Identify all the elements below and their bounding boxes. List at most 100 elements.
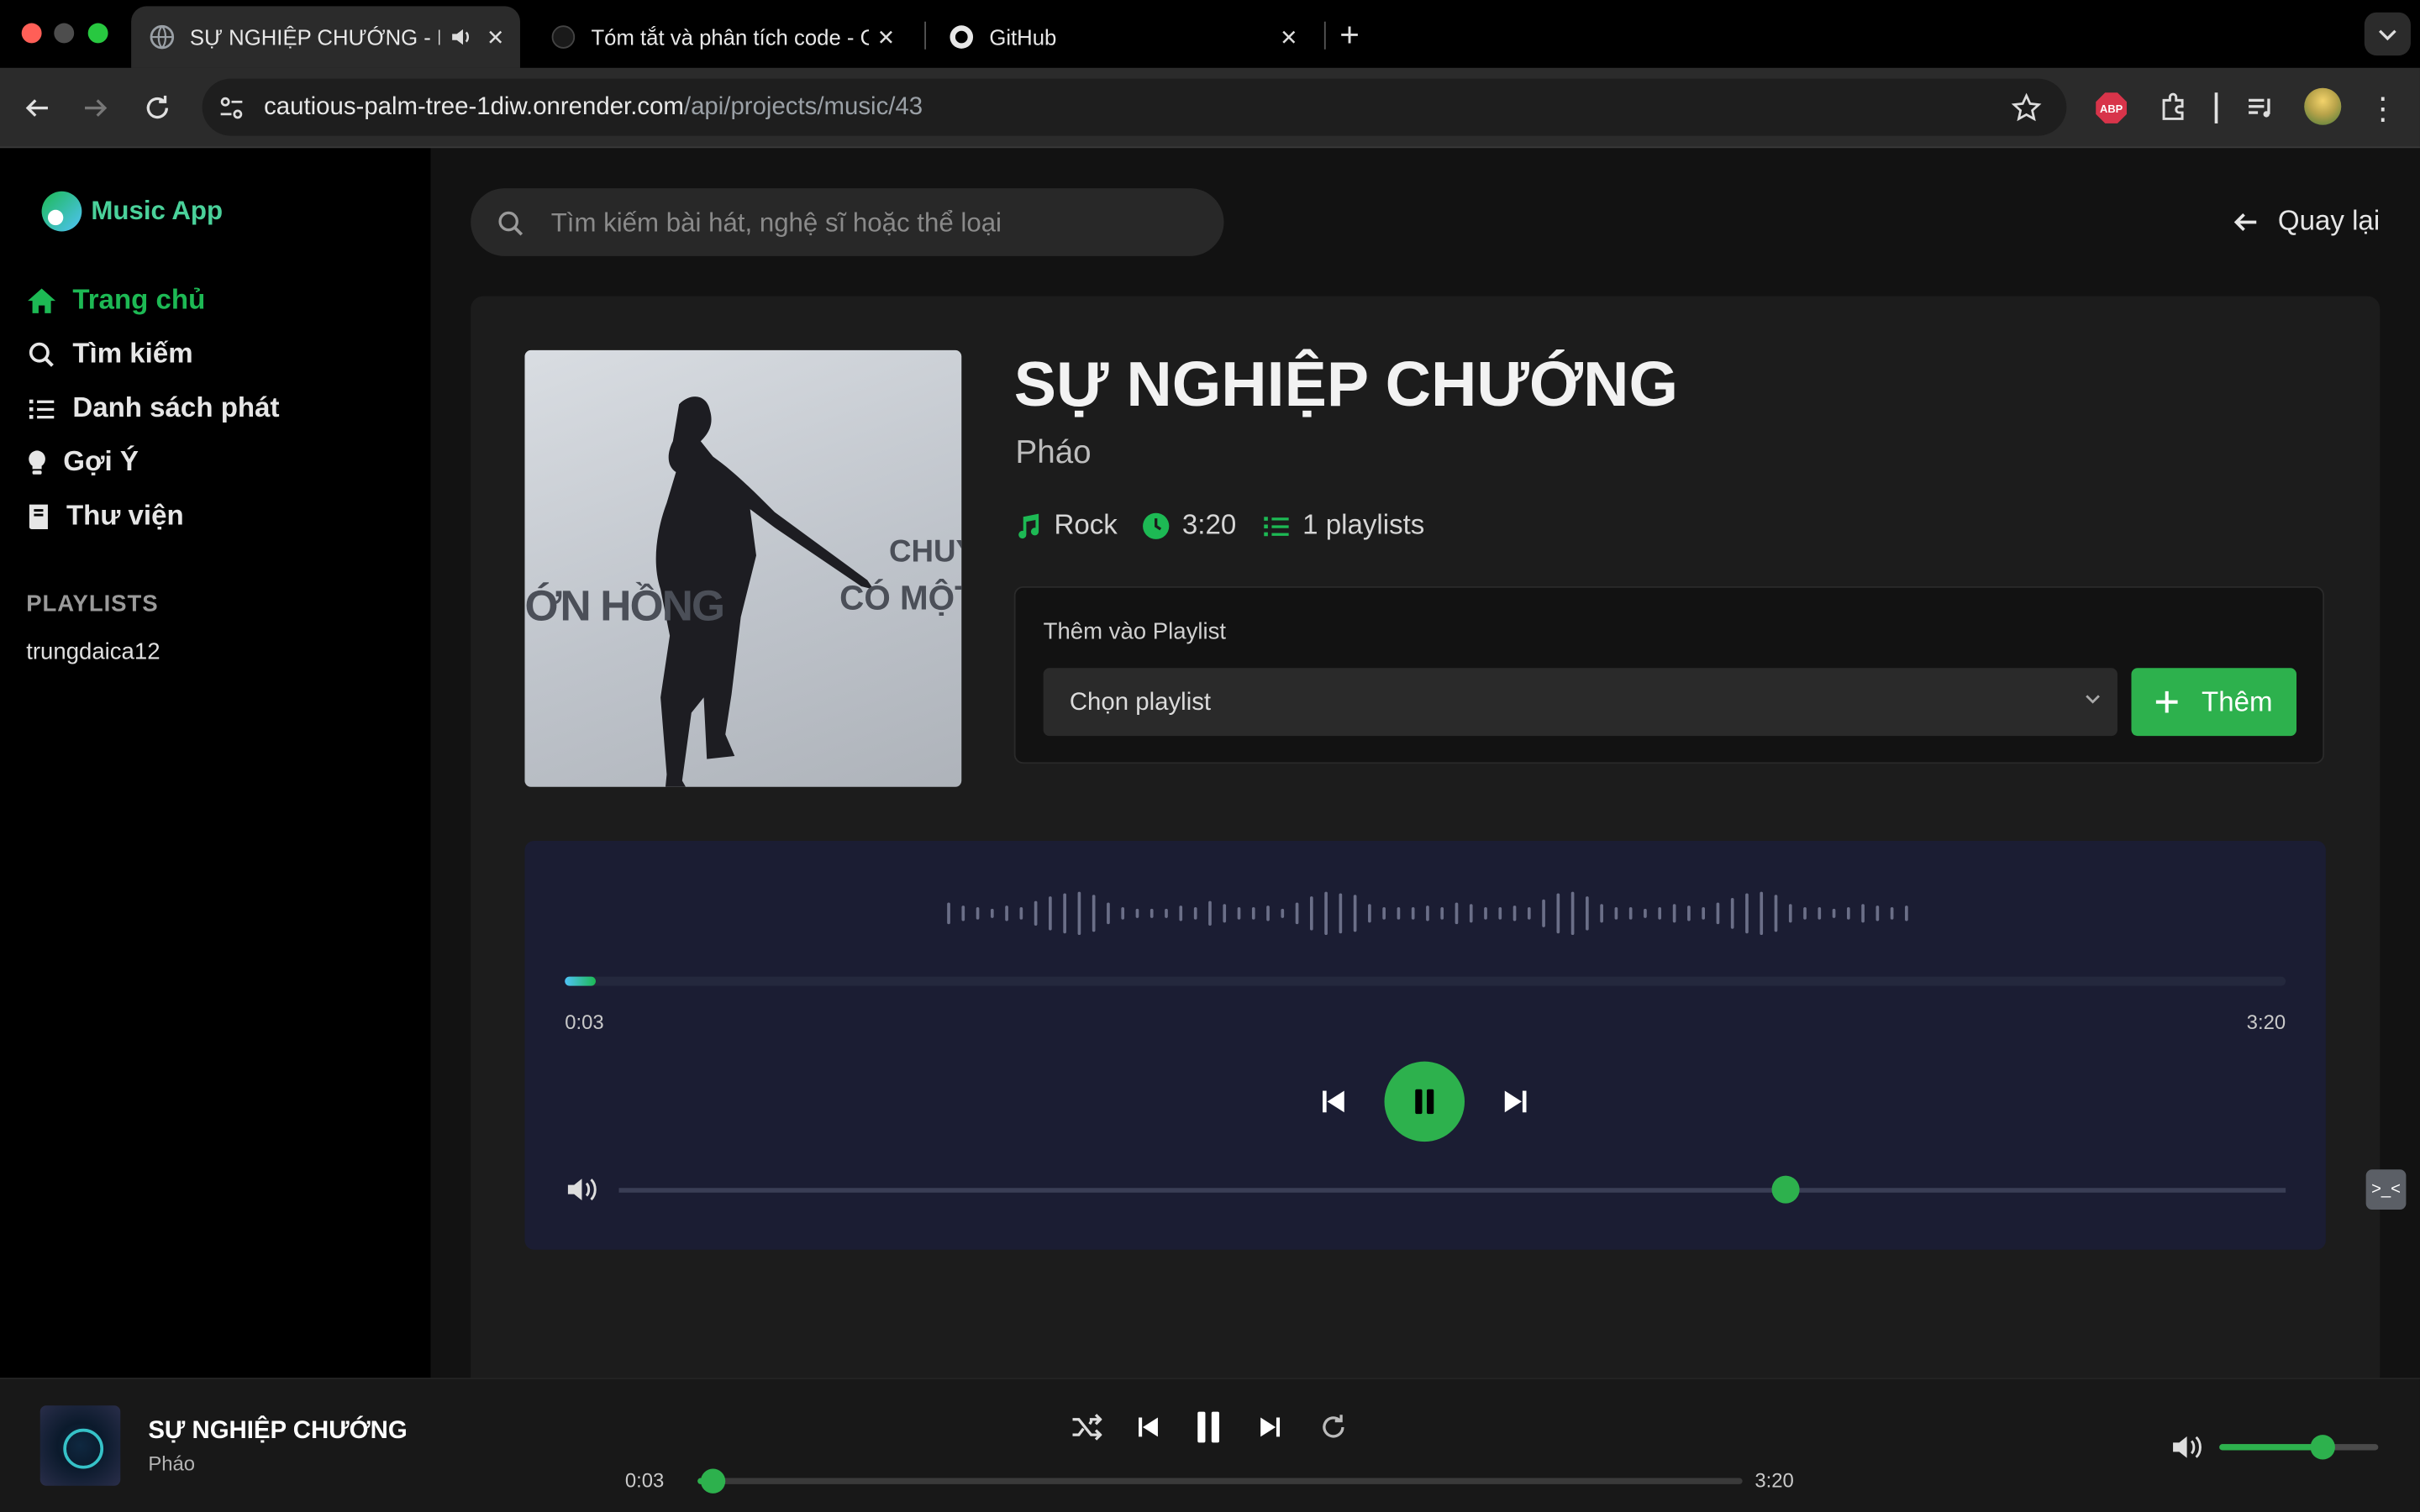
browser-toolbar: cautious-palm-tree-1diw.onrender.com/api… [0, 67, 2420, 149]
plus-icon [2155, 690, 2180, 714]
waveform-bar [1034, 900, 1038, 927]
adblock-icon[interactable]: ABP [2093, 90, 2130, 127]
sidebar-item-home[interactable]: Trang chủ [26, 284, 205, 317]
playlists-count-label: 1 playlists [1302, 509, 1425, 540]
tab-title: GitHub [989, 24, 1057, 50]
sidebar-item-playlists[interactable]: Danh sách phát [26, 392, 280, 425]
bottom-progress-bar[interactable] [697, 1468, 1743, 1494]
bottom-volume-slider[interactable] [2219, 1435, 2379, 1460]
skip-previous-icon [1323, 1090, 1344, 1113]
tab-search-button[interactable] [2364, 12, 2411, 56]
reload-icon[interactable] [139, 90, 176, 127]
media-control-icon[interactable] [2243, 90, 2280, 127]
waveform-bar [1223, 904, 1227, 923]
repeat-button[interactable] [1315, 1409, 1352, 1446]
search-input[interactable]: Tìm kiếm bài hát, nghệ sĩ hoặc thể loại [471, 188, 1224, 256]
next-button[interactable] [1252, 1409, 1289, 1446]
address-bar[interactable]: cautious-palm-tree-1diw.onrender.com/api… [202, 78, 2067, 136]
close-tab-icon[interactable]: ✕ [877, 24, 896, 50]
bottom-volume-button[interactable] [2169, 1429, 2206, 1466]
volume-slider-handle[interactable] [1771, 1175, 1800, 1204]
back-button[interactable]: Quay lại [2232, 205, 2380, 238]
add-to-playlist-button[interactable]: Thêm [2131, 668, 2297, 737]
progress-bar[interactable] [565, 976, 2286, 986]
sidebar-playlist-item[interactable]: trungdaica12 [26, 638, 160, 664]
maximize-window-button[interactable] [87, 23, 108, 44]
playlist-select[interactable]: Chọn playlist [1043, 668, 2118, 737]
repeat-icon [1323, 1415, 1344, 1438]
pause-button[interactable] [1190, 1409, 1227, 1446]
cover-text: ỚN HỒNG [524, 581, 725, 630]
waveform-bar [1774, 895, 1778, 932]
speaker-icon[interactable] [449, 24, 473, 54]
waveform-bar [1687, 906, 1691, 921]
waveform-bar [1353, 895, 1357, 932]
next-button[interactable] [1497, 1083, 1534, 1120]
tab-music-app[interactable]: SỰ NGHIỆP CHƯỚNG - Music App ✕ [131, 6, 520, 68]
bottom-progress-handle[interactable] [701, 1468, 726, 1494]
waveform-bar [1193, 906, 1197, 920]
waveform-bar [1019, 906, 1023, 920]
waveform-bar [1716, 902, 1720, 925]
waveform-bar [1411, 906, 1415, 920]
sidebar-item-label: Gợi Ý [63, 445, 139, 477]
tab-title: Tóm tắt và phân tích code - GitHub Copil… [591, 24, 869, 50]
tab-copilot[interactable]: Tóm tắt và phân tích code - GitHub Copil… [533, 6, 911, 67]
audio-player: 0:03 3:20 [524, 841, 2326, 1250]
site-info-icon[interactable] [218, 94, 245, 129]
sidebar-item-suggestions[interactable]: Gợi Ý [26, 446, 139, 479]
volume-slider[interactable] [618, 1175, 2286, 1204]
minimize-window-button[interactable] [54, 23, 75, 44]
lightbulb-icon [26, 447, 48, 478]
back-label: Quay lại [2277, 205, 2381, 237]
waveform-bar [1077, 891, 1081, 936]
forward-arrow-icon[interactable] [77, 90, 114, 127]
waveform-bar [1658, 906, 1662, 920]
previous-button[interactable] [1129, 1409, 1166, 1446]
close-tab-icon[interactable]: ✕ [487, 24, 505, 50]
extensions-puzzle-icon[interactable] [2154, 90, 2191, 127]
waveform-bar [1556, 893, 1560, 934]
close-tab-icon[interactable]: ✕ [1280, 24, 1298, 50]
shuffle-button[interactable] [1068, 1409, 1105, 1446]
back-arrow-icon[interactable] [18, 90, 55, 127]
browser-window: SỰ NGHIỆP CHƯỚNG - Music App ✕ Tóm tắt v… [0, 0, 2420, 1512]
waveform-bar [1107, 902, 1110, 925]
waveform-bar [1512, 906, 1517, 921]
waveform-bar [1469, 904, 1473, 923]
kebab-menu-icon[interactable]: ⋮ [2365, 90, 2402, 127]
bottom-volume-handle[interactable] [2310, 1435, 2335, 1460]
skip-next-icon [1260, 1417, 1281, 1437]
waveform-bar [1484, 906, 1487, 920]
waveform-bar [1788, 904, 1792, 923]
previous-button[interactable] [1315, 1083, 1352, 1120]
home-icon [26, 285, 57, 316]
waveform-bar [1803, 906, 1807, 920]
sidebar-item-library[interactable]: Thư viện [26, 500, 184, 533]
waveform-bar [1179, 906, 1183, 921]
scaled-viewport: SỰ NGHIỆP CHƯỚNG - Music App ✕ Tóm tắt v… [0, 0, 2420, 1512]
waveform-bar [990, 908, 994, 918]
now-playing-thumbnail [39, 1405, 121, 1486]
skip-next-icon [1504, 1090, 1527, 1113]
pause-button[interactable] [1384, 1061, 1465, 1142]
volume-button[interactable] [562, 1171, 602, 1208]
waveform-bar [1760, 891, 1764, 936]
profile-avatar[interactable] [2304, 87, 2342, 125]
devtools-toggle-icon[interactable]: >_< [2365, 1169, 2407, 1210]
new-tab-button[interactable]: + [1339, 15, 1360, 55]
playlist-select-value: Chọn playlist [1069, 690, 1212, 717]
sidebar-item-search[interactable]: Tìm kiếm [26, 338, 193, 370]
sidebar-item-label: Thư viện [66, 500, 184, 531]
genre-label: Rock [1054, 509, 1118, 540]
skip-previous-icon [1139, 1417, 1158, 1437]
app-logo[interactable]: Music App [41, 191, 223, 232]
tab-github[interactable]: GitHub ✕ [931, 6, 1314, 67]
waveform-bar [1092, 895, 1096, 932]
globe-icon [150, 24, 175, 50]
bookmark-star-icon[interactable] [2011, 92, 2042, 131]
close-window-button[interactable] [21, 23, 42, 44]
waveform-bar [1745, 893, 1749, 934]
waveform-bar [1063, 893, 1066, 934]
waveform-bar [1832, 908, 1836, 918]
